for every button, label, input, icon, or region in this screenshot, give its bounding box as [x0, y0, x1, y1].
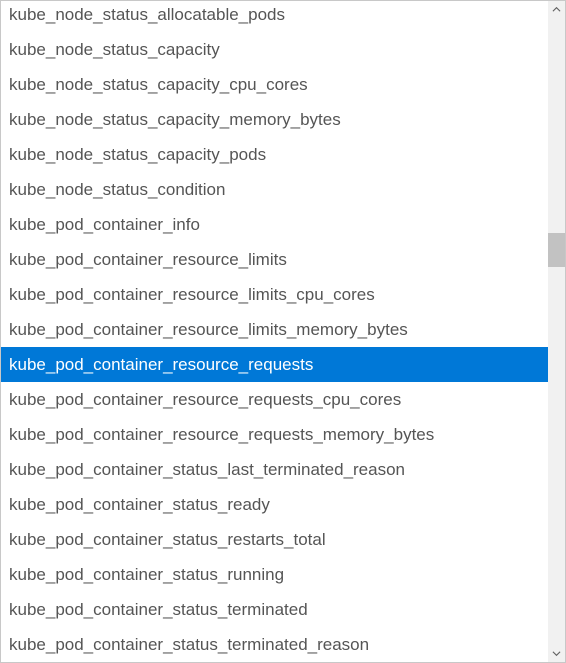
list-item[interactable]: kube_pod_container_status_ready	[1, 487, 548, 522]
list-item[interactable]: kube_node_status_capacity	[1, 32, 548, 67]
list-item[interactable]: kube_pod_container_resource_limits_cpu_c…	[1, 277, 548, 312]
scrollbar-thumb[interactable]	[548, 233, 565, 267]
list-item[interactable]: kube_pod_container_resource_limits	[1, 242, 548, 277]
list-item[interactable]: kube_pod_container_status_last_terminate…	[1, 452, 548, 487]
dropdown-listbox: kube_node_status_allocatable_podskube_no…	[0, 0, 566, 663]
scroll-up-button[interactable]	[548, 1, 565, 18]
scroll-down-button[interactable]	[548, 645, 565, 662]
list-item[interactable]: kube_pod_container_resource_requests_mem…	[1, 417, 548, 452]
list-item[interactable]: kube_node_status_capacity_cpu_cores	[1, 67, 548, 102]
list-item[interactable]: kube_pod_container_resource_limits_memor…	[1, 312, 548, 347]
list-item[interactable]: kube_pod_container_status_terminated	[1, 592, 548, 627]
options-list[interactable]: kube_node_status_allocatable_podskube_no…	[1, 1, 548, 662]
list-item[interactable]: kube_node_status_capacity_memory_bytes	[1, 102, 548, 137]
list-item[interactable]: kube_pod_container_info	[1, 207, 548, 242]
list-item[interactable]: kube_pod_container_status_restarts_total	[1, 522, 548, 557]
vertical-scrollbar[interactable]	[548, 1, 565, 662]
list-item[interactable]: kube_pod_container_resource_requests_cpu…	[1, 382, 548, 417]
list-item[interactable]: kube_node_status_condition	[1, 172, 548, 207]
list-item[interactable]: kube_pod_container_status_terminated_rea…	[1, 627, 548, 662]
list-item[interactable]: kube_pod_container_resource_requests	[1, 347, 548, 382]
list-item[interactable]: kube_pod_container_status_running	[1, 557, 548, 592]
list-item[interactable]: kube_node_status_allocatable_pods	[1, 1, 548, 32]
list-item[interactable]: kube_node_status_capacity_pods	[1, 137, 548, 172]
